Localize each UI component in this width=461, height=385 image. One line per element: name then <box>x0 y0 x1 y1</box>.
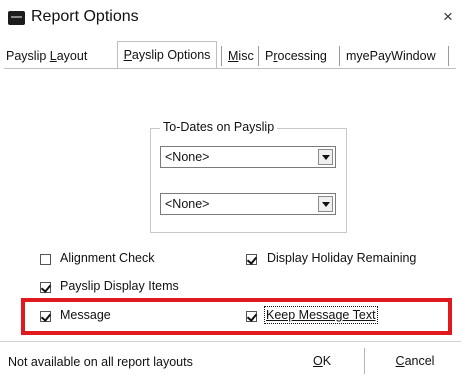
tab-label-part: ayslip Options <box>131 48 211 62</box>
display-holiday-label: Display Holiday Remaining <box>267 251 417 265</box>
tab-separator <box>339 46 340 66</box>
tab-accelerator: M <box>228 49 239 63</box>
tab-processing[interactable]: Processing <box>265 44 327 68</box>
tab-payslip-options[interactable]: Payslip Options <box>117 41 217 69</box>
todates-combo-2[interactable]: <None> <box>160 193 336 215</box>
todates-group-title: To-Dates on Payslip <box>160 120 278 134</box>
button-separator <box>364 348 365 374</box>
payslip-display-items-checkbox[interactable] <box>40 282 51 293</box>
button-label-part: K <box>322 354 332 368</box>
status-text: Not available on all report layouts <box>8 355 193 369</box>
tab-separator <box>221 46 222 66</box>
button-label-part: ancel <box>404 354 435 368</box>
button-accelerator: O <box>312 354 323 368</box>
combo-value: <None> <box>165 150 210 164</box>
tab-label-part: ayout <box>56 49 88 63</box>
cancel-button[interactable]: Cancel <box>378 347 452 375</box>
alignment-check-label: Alignment Check <box>60 251 155 265</box>
tab-accelerator: P <box>123 48 132 62</box>
footer-divider <box>0 341 461 342</box>
display-holiday-checkbox[interactable] <box>246 254 257 265</box>
ok-button[interactable]: OK <box>287 347 357 375</box>
todates-combo-1[interactable]: <None> <box>160 146 336 168</box>
title-bar: Report Options × <box>0 0 461 36</box>
tab-accelerator: L <box>49 49 57 63</box>
tab-misc[interactable]: Misc <box>228 44 254 68</box>
tab-label-part: Payslip <box>6 49 50 63</box>
tab-payslip-layout[interactable]: Payslip Layout <box>6 44 87 68</box>
tab-label-part: isc <box>238 49 254 63</box>
tab-separator <box>258 46 259 66</box>
window-title: Report Options <box>31 8 139 25</box>
payslip-display-items-label: Payslip Display Items <box>60 279 179 293</box>
tab-label-part: myePayWindow <box>346 49 436 63</box>
tab-myepaywindow[interactable]: myePayWindow <box>346 44 436 68</box>
combo-value: <None> <box>165 197 210 211</box>
button-accelerator: C <box>395 354 405 368</box>
chevron-down-icon[interactable] <box>318 196 333 212</box>
app-icon <box>8 11 25 25</box>
tab-separator <box>448 46 449 66</box>
alignment-check-checkbox[interactable] <box>40 254 51 265</box>
tab-label-part: ocessing <box>277 49 327 63</box>
todates-groupbox <box>150 128 347 233</box>
highlight-frame <box>21 298 452 335</box>
chevron-down-icon[interactable] <box>318 149 333 165</box>
close-icon[interactable]: × <box>438 6 458 28</box>
